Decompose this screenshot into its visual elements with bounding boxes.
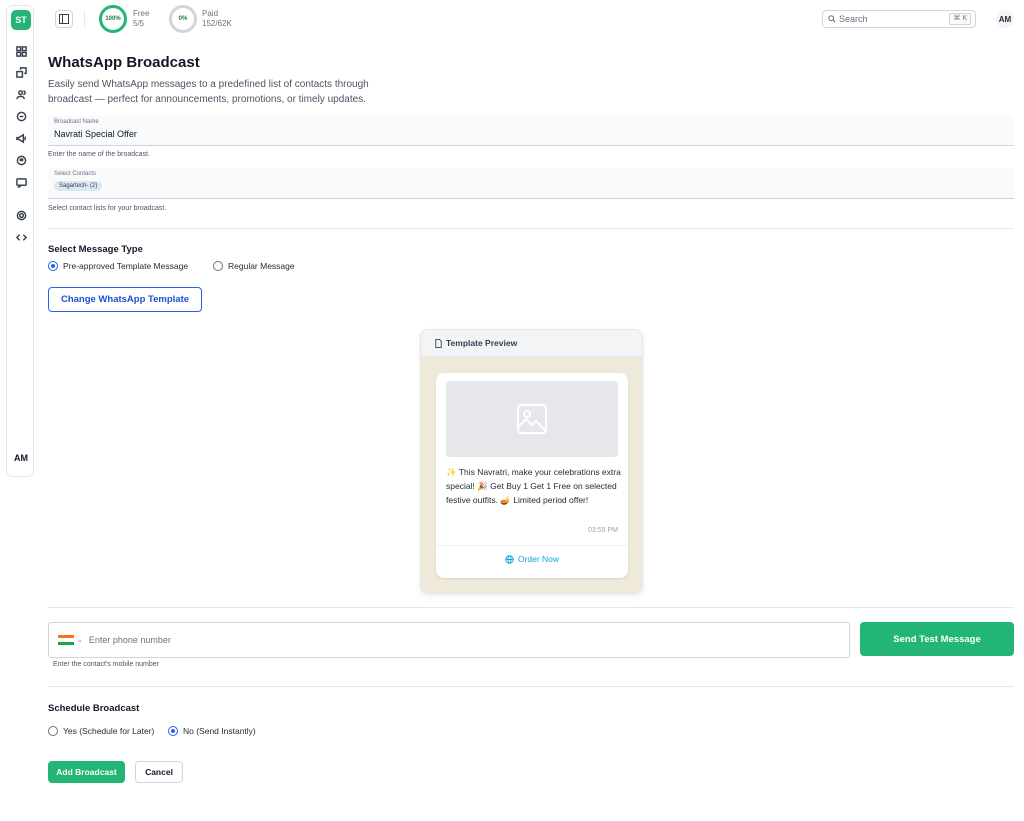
message-type-heading: Select Message Type xyxy=(48,244,143,255)
search-box[interactable]: ⌘ K xyxy=(822,10,976,28)
radio-indicator[interactable] xyxy=(213,261,223,271)
cancel-button[interactable]: Cancel xyxy=(135,761,183,783)
broadcast-name-field[interactable]: Broadcast Name Navrati Special Offer xyxy=(48,116,1014,146)
change-template-button[interactable]: Change WhatsApp Template xyxy=(48,287,202,312)
add-broadcast-button[interactable]: Add Broadcast xyxy=(48,761,125,783)
radio-send-instantly[interactable]: No (Send Instantly) xyxy=(168,726,256,736)
chat-background: ✨ This Navratri, make your celebrations … xyxy=(421,357,642,593)
contact-list-chip[interactable]: Sagartech- (2) xyxy=(54,181,103,191)
radio-indicator[interactable] xyxy=(168,726,178,736)
chat-icon[interactable] xyxy=(13,108,29,124)
page-description: Easily send WhatsApp messages to a prede… xyxy=(48,79,369,105)
contacts-helper: Select contact lists for your broadcast. xyxy=(48,205,167,212)
radio-indicator[interactable] xyxy=(48,261,58,271)
radio-label: No (Send Instantly) xyxy=(183,726,256,736)
search-icon xyxy=(828,15,836,23)
image-icon xyxy=(517,404,547,434)
contacts-field[interactable]: Select Contacts Sagartech- (2) xyxy=(48,168,1014,199)
message-bubble: ✨ This Navratri, make your celebrations … xyxy=(436,373,628,578)
sidebar: ST AM xyxy=(6,5,34,477)
user-avatar[interactable]: AM xyxy=(9,453,33,463)
document-icon xyxy=(435,338,442,348)
globe-icon xyxy=(505,554,514,564)
phone-field[interactable]: ⌄ xyxy=(48,622,850,658)
paid-usage-percent: 0% xyxy=(178,16,188,22)
divider xyxy=(84,10,85,28)
free-usage-label: Free xyxy=(133,9,150,18)
india-flag-icon[interactable] xyxy=(58,635,74,645)
template-preview-header: Template Preview xyxy=(421,330,642,357)
paid-usage-ring: 0% xyxy=(169,5,197,33)
media-placeholder xyxy=(446,381,618,457)
phone-input[interactable] xyxy=(88,635,789,645)
message-time: 03:55 PM xyxy=(588,527,618,534)
page-title: WhatsApp Broadcast xyxy=(48,54,200,71)
order-now-label: Order Now xyxy=(517,554,560,564)
message-text: ✨ This Navratri, make your celebrations … xyxy=(446,467,621,505)
free-usage-count: 5/5 xyxy=(133,19,145,28)
radio-label: Yes (Schedule for Later) xyxy=(63,726,155,736)
template-preview-title: Template Preview xyxy=(446,338,518,348)
sidebar-toggle-button[interactable] xyxy=(55,10,73,28)
dashboard-icon[interactable] xyxy=(13,43,29,59)
message-icon[interactable] xyxy=(13,152,29,168)
code-icon[interactable] xyxy=(13,229,29,245)
radio-label: Pre-approved Template Message xyxy=(63,261,189,271)
contacts-icon[interactable] xyxy=(13,86,29,102)
order-now-button[interactable]: Order Now xyxy=(436,551,628,567)
schedule-heading: Schedule Broadcast xyxy=(48,703,140,714)
broadcast-name-value[interactable]: Navrati Special Offer xyxy=(54,129,137,139)
free-usage-percent: 100% xyxy=(105,16,121,22)
broadcast-icon[interactable] xyxy=(13,64,29,80)
broadcast-name-helper: Enter the name of the broadcast. xyxy=(48,151,150,158)
megaphone-icon[interactable] xyxy=(13,130,29,146)
paid-usage-label: Paid xyxy=(202,9,219,18)
free-usage-info: Free 5/5 xyxy=(133,9,149,29)
paid-usage-count: 152/62K xyxy=(202,19,232,28)
radio-template-message[interactable]: Pre-approved Template Message xyxy=(48,261,188,271)
comment-icon[interactable] xyxy=(13,174,29,190)
radio-schedule-later[interactable]: Yes (Schedule for Later) xyxy=(48,726,154,736)
search-input[interactable] xyxy=(839,14,939,24)
divider xyxy=(48,686,1014,687)
contacts-label: Select Contacts xyxy=(54,171,97,177)
radio-indicator[interactable] xyxy=(48,726,58,736)
broadcast-name-label: Broadcast Name xyxy=(54,119,99,125)
header-avatar[interactable]: AM xyxy=(996,10,1014,28)
chevron-down-icon[interactable]: ⌄ xyxy=(77,636,83,644)
template-preview: Template Preview ✨ This Navratri, make y… xyxy=(420,329,643,594)
free-usage-ring: 100% xyxy=(99,5,127,33)
divider xyxy=(436,545,628,546)
divider xyxy=(48,228,1014,229)
radio-regular-message[interactable]: Regular Message xyxy=(213,261,295,271)
divider xyxy=(48,607,1014,608)
send-test-message-button[interactable]: Send Test Message xyxy=(860,622,1014,656)
radio-label: Regular Message xyxy=(228,261,295,271)
workspace-logo[interactable]: ST xyxy=(11,10,31,30)
phone-helper: Enter the contact's mobile number xyxy=(53,661,160,668)
search-shortcut: ⌘ K xyxy=(949,13,971,25)
paid-usage-info: Paid 152/62K xyxy=(202,9,232,29)
settings-icon[interactable] xyxy=(13,207,29,223)
panel-icon xyxy=(59,14,69,24)
